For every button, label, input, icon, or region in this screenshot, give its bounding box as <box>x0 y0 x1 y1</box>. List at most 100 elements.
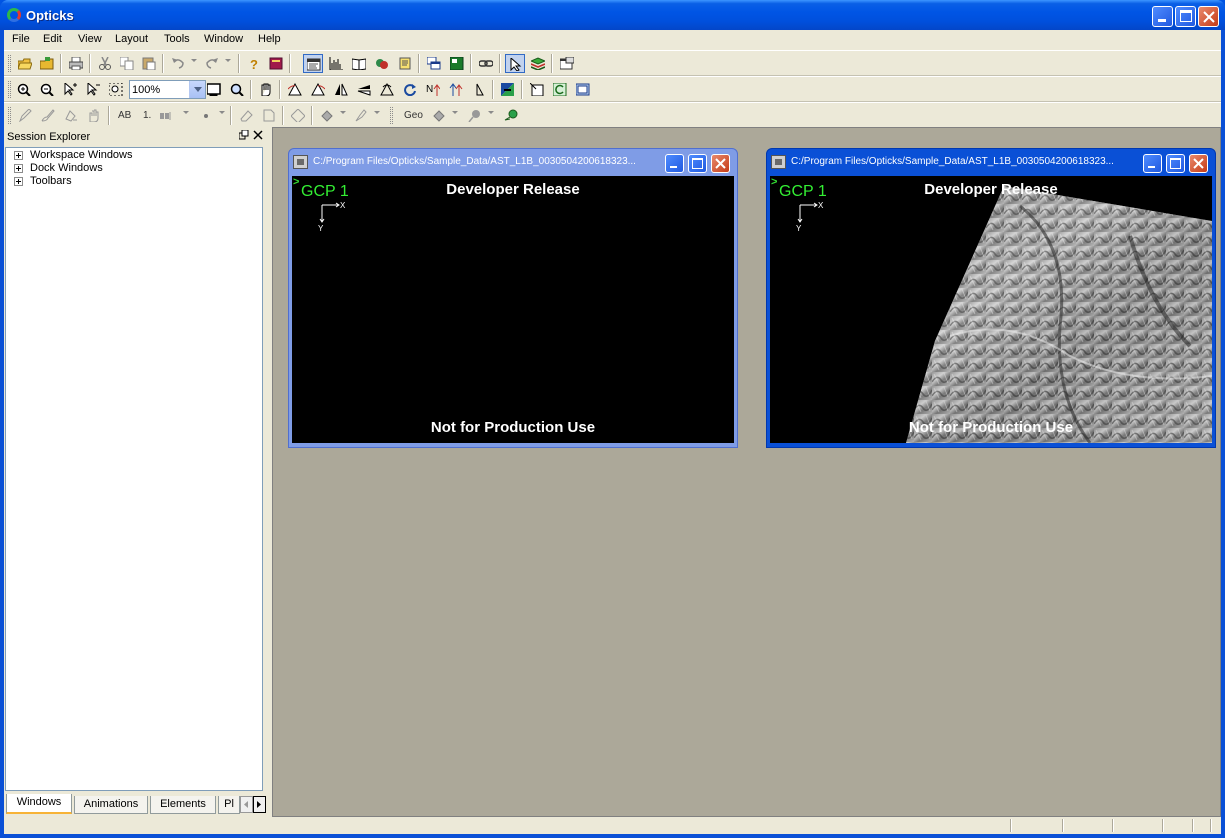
layers-button[interactable] <box>372 54 392 73</box>
maximize-button[interactable] <box>1175 6 1196 27</box>
reset-stretch-button[interactable] <box>469 80 489 99</box>
zoom-to-fit-button[interactable] <box>204 80 224 99</box>
overview-window-button[interactable] <box>573 80 593 99</box>
menu-view[interactable]: View <box>78 33 102 45</box>
rotate-left-button[interactable] <box>285 80 305 99</box>
zoom-rect-button[interactable] <box>106 80 126 99</box>
cut-button[interactable] <box>95 54 115 73</box>
opticks-app-icon[interactable] <box>7 8 21 22</box>
geo-label[interactable]: Geo <box>404 110 423 121</box>
child-close-button[interactable] <box>711 154 730 173</box>
zoom-point-out-button[interactable] <box>83 80 103 99</box>
fill-tool-button[interactable] <box>61 106 81 125</box>
tab-windows[interactable]: Windows <box>6 794 72 814</box>
zoom-input[interactable] <box>132 82 188 97</box>
geo-fill-button[interactable] <box>429 106 449 125</box>
child-minimize-button[interactable] <box>1143 154 1162 173</box>
child-close-button[interactable] <box>1189 154 1208 173</box>
tab-plug-ins[interactable]: Pl <box>218 796 240 814</box>
move-object-button[interactable] <box>288 106 308 125</box>
expand-plus-icon[interactable] <box>14 164 23 173</box>
spatial-data-window-2[interactable]: C:/Program Files/Opticks/Sample_Data/AST… <box>766 148 1216 448</box>
tile-windows-button[interactable] <box>447 54 467 73</box>
zoom-point-in-button[interactable] <box>60 80 80 99</box>
geo-pin-dropdown[interactable] <box>488 111 494 114</box>
message-log-button[interactable] <box>349 54 369 73</box>
zoom-box-button[interactable] <box>227 80 247 99</box>
menu-tools[interactable]: Tools <box>164 33 190 45</box>
child-minimize-button[interactable] <box>665 154 684 173</box>
point-tool-button[interactable] <box>196 106 216 125</box>
print-button[interactable] <box>66 54 86 73</box>
paste-button[interactable] <box>139 54 159 73</box>
child-maximize-button[interactable] <box>1166 154 1185 173</box>
pencil-tool-button[interactable] <box>15 106 35 125</box>
color-composite-button[interactable] <box>498 80 518 99</box>
redo-dropdown-arrow[interactable] <box>225 59 231 62</box>
copy-button[interactable] <box>117 54 137 73</box>
help-button[interactable]: ? <box>244 54 264 73</box>
child-title-bar[interactable]: C:/Program Files/Opticks/Sample_Data/AST… <box>767 149 1215 175</box>
close-button[interactable] <box>1198 6 1219 27</box>
tab-animations[interactable]: Animations <box>74 796 148 814</box>
fill-color-button[interactable] <box>317 106 337 125</box>
delete-tool-button[interactable] <box>259 106 279 125</box>
title-bar[interactable]: Opticks <box>0 0 1225 30</box>
fill-color-dropdown[interactable] <box>340 111 346 114</box>
float-panel-button[interactable] <box>238 129 249 143</box>
bar-tool-dropdown[interactable] <box>183 111 189 114</box>
zoom-out-button[interactable] <box>37 80 57 99</box>
line-color-dropdown[interactable] <box>374 111 380 114</box>
link-button[interactable] <box>476 54 496 73</box>
zoom-combobox[interactable] <box>129 80 206 99</box>
expand-plus-icon[interactable] <box>14 177 23 186</box>
grab-tool-button[interactable] <box>84 106 104 125</box>
histogram-button[interactable] <box>326 54 346 73</box>
rotate-right-button[interactable] <box>308 80 328 99</box>
numbered-tool-label[interactable]: 1. <box>143 110 151 121</box>
bar-tool-button[interactable] <box>157 106 177 125</box>
image-canvas[interactable]: > GCP 1 X Y Developer Release Not for Pr… <box>770 176 1212 443</box>
session-explorer-toggle[interactable] <box>303 54 323 73</box>
cascade-windows-button[interactable] <box>424 54 444 73</box>
select-tool-button[interactable] <box>505 54 525 73</box>
undo-dropdown-arrow[interactable] <box>191 59 197 62</box>
close-panel-button[interactable] <box>253 130 263 143</box>
open-button[interactable] <box>15 54 35 73</box>
toolbar-grip[interactable] <box>390 107 393 124</box>
open-workspace-button[interactable] <box>37 54 57 73</box>
menu-layout[interactable]: Layout <box>115 33 148 45</box>
brush-tool-button[interactable] <box>38 106 58 125</box>
north-up-button[interactable]: N <box>423 80 443 99</box>
spatial-view-icon[interactable] <box>771 155 786 169</box>
tab-scroll-right[interactable] <box>253 796 266 813</box>
layer-select-button[interactable] <box>528 54 548 73</box>
chevron-down-icon[interactable] <box>189 81 205 98</box>
menu-window[interactable]: Window <box>204 33 243 45</box>
text-tool-label[interactable]: AB <box>118 110 131 121</box>
expand-plus-icon[interactable] <box>14 151 23 160</box>
toolbar-grip[interactable] <box>8 81 11 98</box>
undo-button[interactable] <box>168 54 188 73</box>
toolbar-grip[interactable] <box>8 107 11 124</box>
help-book-button[interactable] <box>266 54 286 73</box>
image-canvas[interactable]: > GCP 1 X Y Developer Release Not for Pr… <box>292 176 734 443</box>
child-maximize-button[interactable] <box>688 154 707 173</box>
toolbar-grip[interactable] <box>8 55 11 72</box>
geo-fill-dropdown[interactable] <box>452 111 458 114</box>
rotate-by-button[interactable] <box>377 80 397 99</box>
menu-help[interactable]: Help <box>258 33 281 45</box>
zoom-in-button[interactable] <box>14 80 34 99</box>
redo-button[interactable] <box>202 54 222 73</box>
tab-scroll-left[interactable] <box>240 796 253 813</box>
explorer-tree[interactable]: Workspace Windows Dock Windows Toolbars <box>5 147 263 791</box>
menu-edit[interactable]: Edit <box>43 33 62 45</box>
spatial-view-icon[interactable] <box>293 155 308 169</box>
scripting-button[interactable] <box>395 54 415 73</box>
properties-button[interactable] <box>557 54 577 73</box>
line-color-button[interactable] <box>351 106 371 125</box>
point-tool-dropdown[interactable] <box>219 111 225 114</box>
chip-button[interactable] <box>527 80 547 99</box>
pan-button[interactable] <box>256 80 276 99</box>
geo-pin-button[interactable] <box>465 106 485 125</box>
